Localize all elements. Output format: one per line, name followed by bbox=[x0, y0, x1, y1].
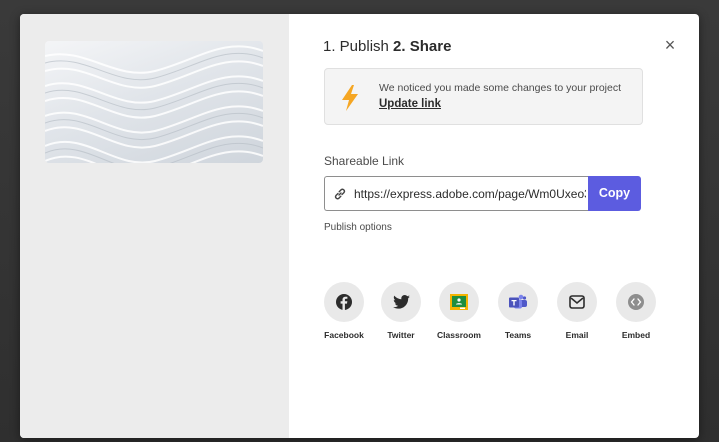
share-label-teams: Teams bbox=[504, 330, 532, 340]
lightning-bolt-icon bbox=[342, 85, 358, 111]
shareable-link-label: Shareable Link bbox=[324, 154, 405, 168]
share-label-facebook: Facebook bbox=[324, 330, 364, 340]
notice-message: We noticed you made some changes to your… bbox=[379, 82, 622, 94]
embed-circle bbox=[616, 282, 656, 322]
embed-icon bbox=[628, 294, 644, 310]
twitter-circle bbox=[381, 282, 421, 322]
email-icon bbox=[569, 295, 585, 309]
close-button[interactable]: × bbox=[660, 35, 680, 55]
facebook-circle bbox=[324, 282, 364, 322]
share-dialog: × 1. Publish 2. Share We noticed you mad… bbox=[20, 14, 699, 438]
share-label-classroom: Classroom bbox=[437, 330, 481, 340]
update-link[interactable]: Update link bbox=[379, 98, 441, 110]
google-classroom-icon bbox=[450, 294, 468, 310]
changes-notice: We noticed you made some changes to your… bbox=[324, 68, 643, 125]
share-facebook[interactable]: Facebook bbox=[314, 282, 374, 340]
share-embed[interactable]: Embed bbox=[606, 282, 666, 340]
title-step-publish: 1. Publish bbox=[323, 38, 389, 55]
title-step-share: 2. Share bbox=[393, 38, 452, 55]
share-twitter[interactable]: Twitter bbox=[371, 282, 431, 340]
share-label-twitter: Twitter bbox=[387, 330, 415, 340]
share-classroom[interactable]: Classroom bbox=[429, 282, 489, 340]
share-label-embed: Embed bbox=[621, 330, 651, 340]
close-icon: × bbox=[664, 35, 676, 55]
shareable-link-field[interactable]: https://express.adobe.com/page/Wm0Uxeo3N… bbox=[324, 176, 589, 211]
preview-pane bbox=[20, 14, 289, 438]
microsoft-teams-icon bbox=[509, 294, 527, 309]
email-circle bbox=[557, 282, 597, 322]
twitter-icon bbox=[392, 295, 410, 309]
share-teams[interactable]: Teams bbox=[488, 282, 548, 340]
dialog-title: 1. Publish 2. Share bbox=[323, 38, 451, 55]
copy-button[interactable]: Copy bbox=[588, 176, 641, 211]
project-thumbnail bbox=[45, 41, 263, 163]
teams-circle bbox=[498, 282, 538, 322]
facebook-icon bbox=[336, 294, 352, 310]
share-email[interactable]: Email bbox=[547, 282, 607, 340]
share-label-email: Email bbox=[565, 330, 589, 340]
link-icon bbox=[334, 188, 346, 200]
shareable-link-url: https://express.adobe.com/page/Wm0Uxeo3N… bbox=[354, 187, 586, 201]
publish-options-link[interactable]: Publish options bbox=[324, 222, 392, 233]
classroom-circle bbox=[439, 282, 479, 322]
